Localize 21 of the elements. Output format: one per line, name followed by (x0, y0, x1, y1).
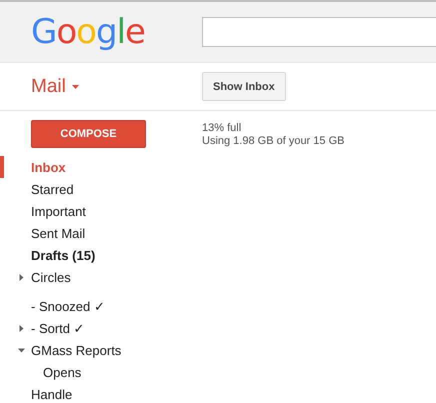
nav-item[interactable]: Drafts (15) (31, 248, 96, 262)
nav-item[interactable]: Important (31, 204, 86, 218)
collapse-arrow-icon[interactable] (18, 347, 25, 354)
mail-menu[interactable]: Mail (31, 76, 66, 98)
nav-item[interactable]: Sent Mail (31, 226, 86, 240)
dropdown-caret-icon[interactable] (72, 84, 79, 88)
nav-item[interactable]: GMass Reports (31, 342, 122, 358)
show-inbox-button[interactable]: Show Inbox (202, 72, 286, 101)
storage-percent: 13% full (202, 122, 242, 135)
nav-item[interactable]: Circles (31, 270, 71, 284)
nav-item[interactable]: Inbox (31, 160, 66, 174)
nav-item[interactable]: Handle (31, 386, 72, 402)
nav-item[interactable]: - Sortd ✓ (31, 320, 85, 336)
expand-arrow-icon[interactable] (18, 325, 25, 332)
storage-usage: Using 1.98 GB of your 15 GB (202, 135, 344, 148)
nav-item[interactable]: Opens (43, 364, 82, 380)
expand-arrow-icon[interactable] (18, 274, 25, 281)
nav-item[interactable]: Starred (31, 182, 74, 196)
compose-button[interactable]: COMPOSE (31, 120, 146, 148)
nav-item[interactable]: - Snoozed ✓ (31, 298, 105, 314)
search-field[interactable] (202, 17, 436, 47)
